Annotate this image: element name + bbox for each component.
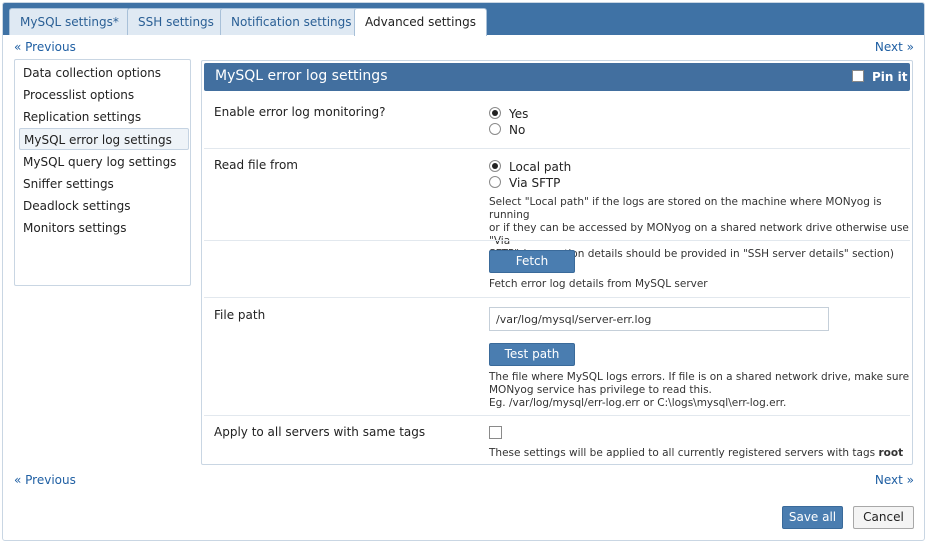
read-from-label: Read file from (214, 158, 298, 172)
enable-yes-radio[interactable] (489, 107, 501, 119)
file-path-help-line3: Eg. /var/log/mysql/err-log.err or C:\log… (489, 397, 787, 409)
enable-no-label[interactable]: No (509, 123, 525, 137)
apply-all-help: These settings will be applied to all cu… (489, 447, 903, 460)
settings-window: MySQL settings* SSH settings Notificatio… (2, 2, 925, 541)
read-from-help-line2: or if they can be accessed by MONyog on … (489, 222, 909, 247)
enable-monitoring-label: Enable error log monitoring? (214, 105, 386, 119)
file-path-help-line1: The file where MySQL logs errors. If fil… (489, 371, 910, 383)
next-link-top[interactable]: Next » (875, 40, 914, 54)
next-link-bottom[interactable]: Next » (875, 473, 914, 487)
tab-bar: MySQL settings* SSH settings Notificatio… (3, 3, 924, 36)
apply-all-label: Apply to all servers with same tags (214, 425, 426, 439)
fetch-button[interactable]: Fetch (489, 250, 575, 273)
sidebar-item-error-log[interactable]: MySQL error log settings (19, 128, 189, 150)
file-path-label: File path (214, 308, 266, 322)
local-path-label[interactable]: Local path (509, 160, 571, 174)
pin-it-control[interactable]: Pin it (852, 68, 908, 86)
sidebar: Data collection options Processlist opti… (14, 59, 191, 286)
via-sftp-label[interactable]: Via SFTP (509, 176, 560, 190)
pin-checkbox[interactable] (852, 70, 864, 82)
sidebar-item-query-log[interactable]: MySQL query log settings (19, 151, 189, 173)
enable-no-radio[interactable] (489, 123, 501, 135)
local-path-radio[interactable] (489, 160, 501, 172)
read-from-help-line1: Select "Local path" if the logs are stor… (489, 196, 882, 221)
fetch-help: Fetch error log details from MySQL serve… (489, 278, 708, 290)
sidebar-item-replication[interactable]: Replication settings (19, 106, 189, 128)
file-path-help: The file where MySQL logs errors. If fil… (489, 371, 909, 410)
divider (204, 297, 910, 298)
tab-advanced-settings[interactable]: Advanced settings (354, 8, 487, 36)
via-sftp-radio[interactable] (489, 176, 501, 188)
apply-all-tag: root (878, 447, 904, 459)
tab-notification-settings[interactable]: Notification settings (220, 8, 363, 35)
tab-mysql-settings[interactable]: MySQL settings* (9, 8, 130, 35)
sidebar-item-sniffer[interactable]: Sniffer settings (19, 173, 189, 195)
panel-header: MySQL error log settings Pin it (204, 63, 910, 91)
pin-label: Pin it (872, 70, 908, 84)
tab-ssh-settings[interactable]: SSH settings (127, 8, 225, 35)
sidebar-item-processlist[interactable]: Processlist options (19, 84, 189, 106)
divider (204, 415, 910, 416)
divider (204, 240, 910, 241)
apply-all-checkbox[interactable] (489, 426, 502, 439)
sidebar-item-monitors[interactable]: Monitors settings (19, 217, 189, 239)
cancel-button[interactable]: Cancel (853, 506, 914, 529)
previous-link-top[interactable]: « Previous (14, 40, 76, 54)
test-path-button[interactable]: Test path (489, 343, 575, 366)
apply-all-help-text: These settings will be applied to all cu… (489, 447, 876, 459)
enable-yes-label[interactable]: Yes (509, 107, 528, 121)
sidebar-item-deadlock[interactable]: Deadlock settings (19, 195, 189, 217)
previous-link-bottom[interactable]: « Previous (14, 473, 76, 487)
sidebar-item-data-collection[interactable]: Data collection options (19, 62, 189, 84)
save-all-button[interactable]: Save all (782, 506, 843, 529)
file-path-help-line2: MONyog service has privilege to read thi… (489, 384, 712, 396)
error-log-panel: MySQL error log settings Pin it Enable e… (201, 60, 913, 465)
divider (204, 148, 910, 149)
file-path-input[interactable] (489, 307, 829, 331)
panel-title: MySQL error log settings (215, 68, 388, 84)
